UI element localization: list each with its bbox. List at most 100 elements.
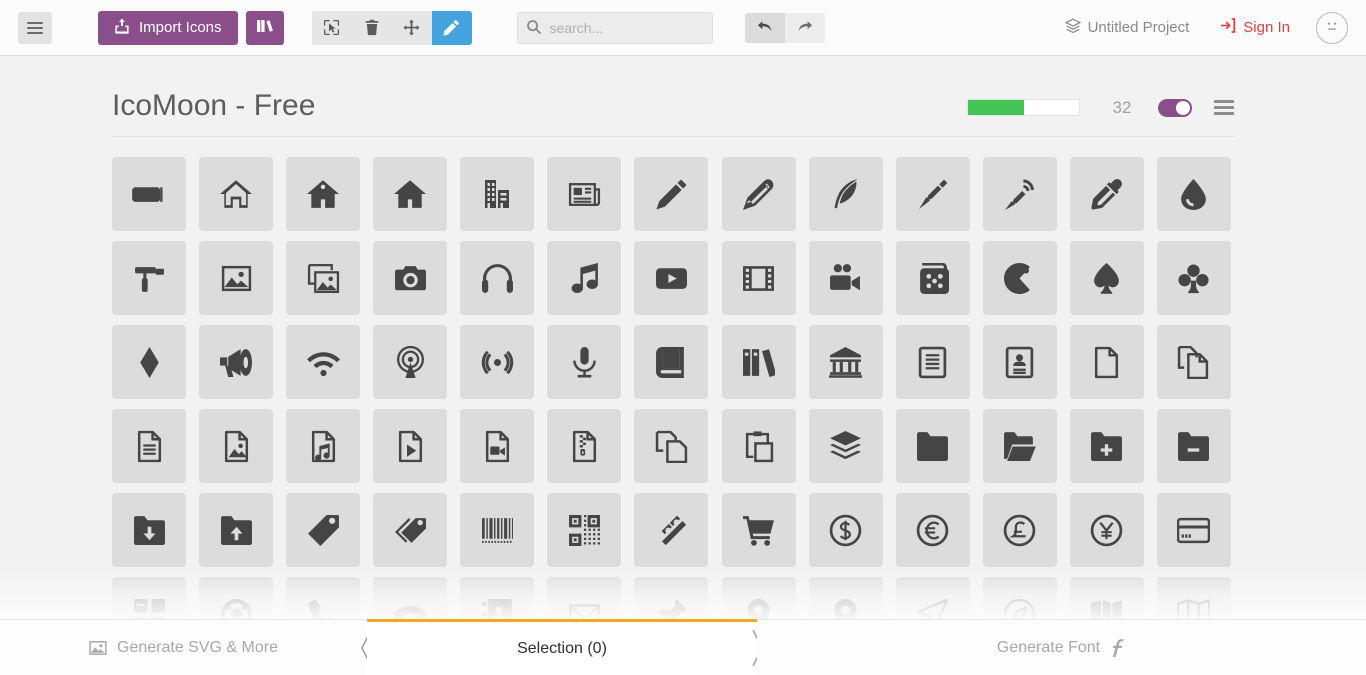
tab-generate-font[interactable]: Generate Font [757, 620, 1366, 675]
image-icon [89, 639, 107, 657]
icon-cell-file-play[interactable] [373, 409, 448, 483]
set-visibility-toggle[interactable] [1158, 98, 1192, 117]
icon-cell-file-music[interactable] [286, 409, 361, 483]
icon-cell-play[interactable] [634, 241, 709, 315]
tab-generate-svg-label: Generate SVG & More [117, 638, 278, 656]
icon-cell-mic[interactable] [547, 325, 622, 399]
icon-cell-folder[interactable] [895, 409, 970, 483]
undo-button[interactable] [744, 12, 785, 43]
icon-cell-coin-euro[interactable] [895, 493, 970, 567]
icon-cell-music[interactable] [547, 241, 622, 315]
move-tool-button[interactable] [392, 11, 432, 45]
project-name-label: Untitled Project [1087, 19, 1190, 36]
main-content: IcoMoon - Free 32 Generate SVG & More Se… [0, 56, 1366, 675]
redo-button[interactable] [784, 12, 825, 43]
search-input[interactable] [516, 11, 713, 44]
delete-tool-button[interactable] [352, 11, 392, 45]
icon-cell-dice[interactable] [895, 241, 970, 315]
set-progress-bar [967, 99, 1080, 116]
icon-cell-eyedropper[interactable] [1069, 157, 1144, 231]
icon-cell-pacman[interactable] [982, 241, 1057, 315]
icon-cell-ticket[interactable] [634, 493, 709, 567]
import-icons-button[interactable]: Import Icons [98, 10, 238, 45]
icon-cell-price-tag[interactable] [286, 493, 361, 567]
upload-box-icon [114, 18, 130, 38]
icon-cell-qrcode[interactable] [547, 493, 622, 567]
icon-count-label: 32 [1112, 97, 1132, 117]
set-menu-icon[interactable] [1214, 97, 1234, 118]
icon-cell-copy[interactable] [634, 409, 709, 483]
tab-selection-label: Selection (0) [517, 639, 607, 657]
icon-cell-cart[interactable] [721, 493, 796, 567]
search-box [516, 11, 713, 44]
sign-in-button[interactable]: Sign In [1219, 17, 1290, 38]
icon-cell-film[interactable] [721, 241, 796, 315]
icon-cell-spades[interactable] [1069, 241, 1144, 315]
icon-cell-book[interactable] [634, 325, 709, 399]
icon-cell-file-text[interactable] [895, 325, 970, 399]
icon-cell-tab[interactable] [112, 157, 186, 231]
layers-icon [1064, 18, 1082, 38]
icon-cell-images[interactable] [286, 241, 361, 315]
icon-cell-home2[interactable] [286, 157, 361, 231]
icon-cell-library[interactable] [808, 325, 883, 399]
tab-selection[interactable]: Selection (0) [367, 619, 757, 675]
icon-cell-file-empty[interactable] [1069, 325, 1144, 399]
icon-cell-files-empty[interactable] [1156, 325, 1231, 399]
icon-cell-blog[interactable] [982, 157, 1057, 231]
icon-cell-office[interactable] [460, 157, 535, 231]
icon-cell-profile[interactable] [982, 325, 1057, 399]
icon-cell-newspaper[interactable] [547, 157, 622, 231]
edit-tool-button[interactable] [431, 10, 472, 45]
icon-cell-file-text2[interactable] [112, 409, 186, 483]
icon-cell-connection[interactable] [286, 325, 361, 399]
sign-in-label: Sign In [1243, 19, 1290, 36]
icon-cell-credit-card[interactable] [1156, 493, 1231, 567]
icon-cell-coin-dollar[interactable] [808, 493, 883, 567]
tab-generate-font-label: Generate Font [996, 638, 1101, 656]
icon-cell-barcode[interactable] [460, 493, 535, 567]
login-icon [1219, 17, 1236, 38]
icon-cell-video-camera[interactable] [808, 241, 883, 315]
main-menu-button[interactable] [18, 11, 52, 44]
icon-cell-pencil[interactable] [634, 157, 709, 231]
icon-cell-pencil2[interactable] [721, 157, 796, 231]
icon-cell-price-tags[interactable] [373, 493, 448, 567]
icon-cell-books[interactable] [721, 325, 796, 399]
project-name-button[interactable]: Untitled Project [1064, 18, 1190, 38]
icon-cell-pen[interactable] [895, 157, 970, 231]
icon-cell-folder-minus[interactable] [1156, 409, 1231, 483]
icon-cell-podcast[interactable] [373, 325, 448, 399]
icon-cell-clubs[interactable] [1156, 241, 1231, 315]
set-progress-fill [968, 100, 1024, 115]
icon-cell-folder-plus[interactable] [1069, 409, 1144, 483]
icon-cell-stack[interactable] [808, 409, 883, 483]
icon-cell-home3[interactable] [373, 157, 448, 231]
icon-cell-coin-pound[interactable] [982, 493, 1057, 567]
undo-arrow-icon [757, 19, 773, 37]
icon-cell-bullhorn[interactable] [199, 325, 274, 399]
icon-cell-camera[interactable] [373, 241, 448, 315]
icon-cell-file-video[interactable] [460, 409, 535, 483]
icon-cell-headphones[interactable] [460, 241, 535, 315]
import-icons-label: Import Icons [139, 19, 222, 36]
icon-library-button[interactable] [245, 10, 284, 45]
icon-cell-droplet[interactable] [1156, 157, 1231, 231]
icon-cell-folder-upload[interactable] [199, 493, 274, 567]
icon-cell-folder-open[interactable] [982, 409, 1057, 483]
select-tool-button[interactable] [312, 11, 352, 45]
icon-cell-coin-yen[interactable] [1069, 493, 1144, 567]
icon-cell-paste[interactable] [721, 409, 796, 483]
edit-tools-group [311, 10, 472, 45]
icon-cell-home[interactable] [199, 157, 274, 231]
icon-cell-quill[interactable] [808, 157, 883, 231]
icon-cell-diamonds[interactable] [112, 325, 186, 399]
user-avatar-button[interactable] [1316, 11, 1348, 44]
icon-cell-folder-download[interactable] [112, 493, 186, 567]
icon-cell-image[interactable] [199, 241, 274, 315]
icon-cell-paint-format[interactable] [112, 241, 186, 315]
icon-cell-file-picture[interactable] [199, 409, 274, 483]
icon-cell-file-zip[interactable] [547, 409, 622, 483]
tab-generate-svg[interactable]: Generate SVG & More [0, 620, 367, 675]
icon-cell-feed[interactable] [460, 325, 535, 399]
